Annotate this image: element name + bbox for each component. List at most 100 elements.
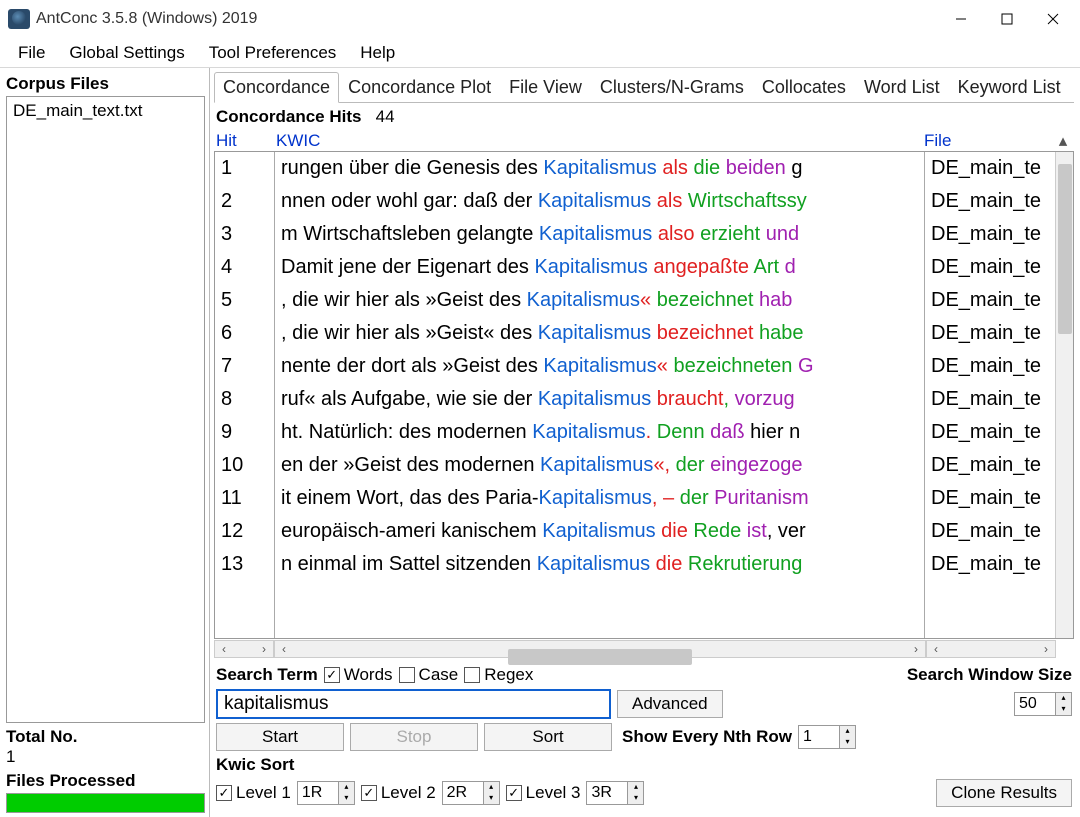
- scroll-right-icon[interactable]: ›: [907, 642, 925, 656]
- hit-number[interactable]: 1: [215, 152, 274, 185]
- menu-help[interactable]: Help: [348, 41, 407, 65]
- file-name[interactable]: DE_main_te: [925, 185, 1055, 218]
- level1-spinner[interactable]: ▴▾: [297, 781, 355, 805]
- clone-results-button[interactable]: Clone Results: [936, 779, 1072, 807]
- kwic-line[interactable]: europäisch-ameri kanischem Kapitalismus …: [275, 515, 924, 548]
- level3-input[interactable]: [587, 782, 627, 804]
- file-name[interactable]: DE_main_te: [925, 416, 1055, 449]
- hit-number[interactable]: 12: [215, 515, 274, 548]
- hit-number[interactable]: 13: [215, 548, 274, 581]
- spin-up-icon[interactable]: ▴: [339, 782, 354, 793]
- hit-number[interactable]: 10: [215, 449, 274, 482]
- level1-checkbox[interactable]: ✓Level 1: [216, 783, 291, 803]
- regex-checkbox[interactable]: Regex: [464, 665, 533, 685]
- col-file[interactable]: File: [924, 131, 1054, 151]
- tab-keyword-list[interactable]: Keyword List: [949, 72, 1070, 102]
- search-window-size-spinner[interactable]: ▴▾: [1014, 692, 1072, 716]
- level2-input[interactable]: [443, 782, 483, 804]
- hit-number[interactable]: 4: [215, 251, 274, 284]
- hit-number[interactable]: 2: [215, 185, 274, 218]
- hscroll-kwic[interactable]: ‹ ›: [274, 640, 926, 658]
- col-hit[interactable]: Hit: [216, 131, 276, 151]
- file-name[interactable]: DE_main_te: [925, 152, 1055, 185]
- kwic-line[interactable]: it einem Wort, das des Paria-Kapitalismu…: [275, 482, 924, 515]
- level2-checkbox[interactable]: ✓Level 2: [361, 783, 436, 803]
- hit-number[interactable]: 9: [215, 416, 274, 449]
- file-name[interactable]: DE_main_te: [925, 218, 1055, 251]
- scroll-left-icon[interactable]: ‹: [275, 642, 293, 656]
- scroll-left-icon[interactable]: ‹: [927, 642, 945, 656]
- advanced-button[interactable]: Advanced: [617, 690, 723, 718]
- kwic-line[interactable]: Damit jene der Eigenart des Kapitalismus…: [275, 251, 924, 284]
- start-button[interactable]: Start: [216, 723, 344, 751]
- scrollbar-thumb[interactable]: [1058, 164, 1072, 334]
- spin-down-icon[interactable]: ▾: [339, 793, 354, 804]
- corpus-files-list[interactable]: DE_main_text.txt: [6, 96, 205, 723]
- hit-number[interactable]: 6: [215, 317, 274, 350]
- close-button[interactable]: [1030, 3, 1076, 35]
- case-checkbox[interactable]: Case: [399, 665, 459, 685]
- scroll-right-icon[interactable]: ›: [1037, 642, 1055, 656]
- sort-button[interactable]: Sort: [484, 723, 612, 751]
- tab-file-view[interactable]: File View: [500, 72, 591, 102]
- spin-up-icon[interactable]: ▴: [484, 782, 499, 793]
- kwic-line[interactable]: rungen über die Genesis des Kapitalismus…: [275, 152, 924, 185]
- kwic-line[interactable]: ht. Natürlich: des modernen Kapitalismus…: [275, 416, 924, 449]
- scroll-up-icon[interactable]: ▴: [1054, 131, 1072, 151]
- level3-spinner[interactable]: ▴▾: [586, 781, 644, 805]
- tab-concordance[interactable]: Concordance: [214, 72, 339, 103]
- tab-clusters[interactable]: Clusters/N-Grams: [591, 72, 753, 102]
- tab-concordance-plot[interactable]: Concordance Plot: [339, 72, 500, 102]
- file-name[interactable]: DE_main_te: [925, 548, 1055, 581]
- menu-global-settings[interactable]: Global Settings: [57, 41, 196, 65]
- corpus-file-item[interactable]: DE_main_text.txt: [13, 101, 198, 121]
- file-name[interactable]: DE_main_te: [925, 383, 1055, 416]
- spin-down-icon[interactable]: ▾: [484, 793, 499, 804]
- hscroll-file[interactable]: ‹ ›: [926, 640, 1056, 658]
- hit-number[interactable]: 8: [215, 383, 274, 416]
- menu-file[interactable]: File: [6, 41, 57, 65]
- kwic-line[interactable]: n einmal im Sattel sitzenden Kapitalismu…: [275, 548, 924, 581]
- file-name[interactable]: DE_main_te: [925, 284, 1055, 317]
- file-name[interactable]: DE_main_te: [925, 449, 1055, 482]
- file-name[interactable]: DE_main_te: [925, 515, 1055, 548]
- search-term-input[interactable]: [216, 689, 611, 719]
- kwic-line[interactable]: m Wirtschaftsleben gelangte Kapitalismus…: [275, 218, 924, 251]
- col-kwic[interactable]: KWIC: [276, 131, 924, 151]
- vertical-scrollbar[interactable]: [1055, 152, 1073, 638]
- spin-up-icon[interactable]: ▴: [840, 726, 855, 737]
- hscroll-hit[interactable]: ‹ ›: [214, 640, 274, 658]
- nth-row-input[interactable]: [799, 726, 839, 748]
- tab-word-list[interactable]: Word List: [855, 72, 949, 102]
- hit-number[interactable]: 11: [215, 482, 274, 515]
- hit-number[interactable]: 7: [215, 350, 274, 383]
- file-name[interactable]: DE_main_te: [925, 317, 1055, 350]
- kwic-line[interactable]: en der »Geist des modernen Kapitalismus«…: [275, 449, 924, 482]
- kwic-line[interactable]: nnen oder wohl gar: daß der Kapitalismus…: [275, 185, 924, 218]
- kwic-line[interactable]: nente der dort als »Geist des Kapitalism…: [275, 350, 924, 383]
- maximize-button[interactable]: [984, 3, 1030, 35]
- words-checkbox[interactable]: ✓Words: [324, 665, 393, 685]
- spin-up-icon[interactable]: ▴: [628, 782, 643, 793]
- hit-number[interactable]: 3: [215, 218, 274, 251]
- menu-tool-preferences[interactable]: Tool Preferences: [197, 41, 349, 65]
- file-name[interactable]: DE_main_te: [925, 251, 1055, 284]
- kwic-line[interactable]: , die wir hier als »Geist« des Kapitalis…: [275, 317, 924, 350]
- file-name[interactable]: DE_main_te: [925, 350, 1055, 383]
- level3-checkbox[interactable]: ✓Level 3: [506, 783, 581, 803]
- level2-spinner[interactable]: ▴▾: [442, 781, 500, 805]
- spin-up-icon[interactable]: ▴: [1056, 693, 1071, 704]
- kwic-line[interactable]: ruf« als Aufgabe, wie sie der Kapitalism…: [275, 383, 924, 416]
- tab-collocates[interactable]: Collocates: [753, 72, 855, 102]
- minimize-button[interactable]: [938, 3, 984, 35]
- file-name[interactable]: DE_main_te: [925, 482, 1055, 515]
- spin-down-icon[interactable]: ▾: [628, 793, 643, 804]
- scroll-right-icon[interactable]: ›: [255, 642, 273, 656]
- level1-input[interactable]: [298, 782, 338, 804]
- stop-button[interactable]: Stop: [350, 723, 478, 751]
- scroll-left-icon[interactable]: ‹: [215, 642, 233, 656]
- search-window-size-input[interactable]: [1015, 693, 1055, 715]
- spin-down-icon[interactable]: ▾: [1056, 704, 1071, 715]
- kwic-line[interactable]: , die wir hier als »Geist des Kapitalism…: [275, 284, 924, 317]
- hit-number[interactable]: 5: [215, 284, 274, 317]
